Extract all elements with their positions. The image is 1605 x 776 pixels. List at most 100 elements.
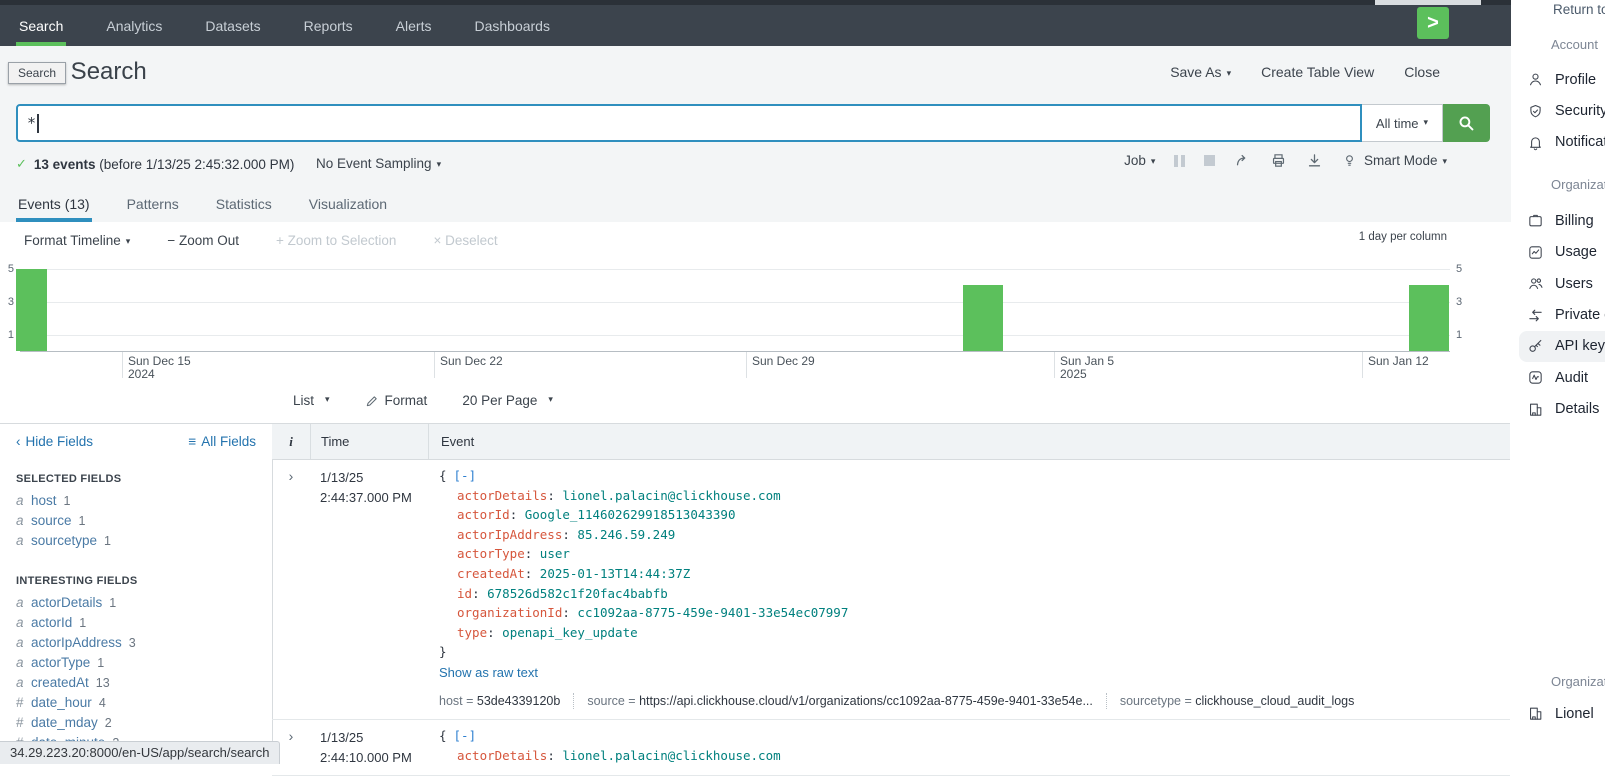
event-cell: {[-]actorDetails: lionel.palacin@clickho… [427, 460, 1510, 719]
per-page-dropdown[interactable]: 20 Per Page [462, 393, 553, 408]
nav-item-search[interactable]: Search [16, 5, 66, 46]
selected-fields-list: ahost1asource1asourcetype1 [0, 491, 272, 551]
meta-host[interactable]: host = 53de4339120b [439, 694, 560, 708]
menu-item-label: Billing [1555, 213, 1594, 229]
meta-key: source = [587, 694, 639, 708]
nav-item-dashboards[interactable]: Dashboards [471, 5, 553, 46]
results-display-controls: List Format 20 Per Page [293, 393, 553, 408]
field-name: actorDetails [31, 595, 102, 610]
return-to-link[interactable]: Return to [1553, 2, 1605, 17]
event-row: 1/13/252:44:10.000 PM{[-]actorDetails: l… [272, 720, 1510, 776]
user-icon [1527, 71, 1544, 88]
close-button[interactable]: Close [1404, 64, 1440, 80]
json-key: actorId [457, 507, 510, 522]
menu-item-profile[interactable]: Profile [1513, 64, 1605, 95]
search-mode-selector[interactable]: Smart Mode [1364, 153, 1447, 168]
tab-visualization[interactable]: Visualization [307, 187, 389, 222]
show-raw-text-link[interactable]: Show as raw text [439, 665, 1510, 680]
menu-item-private-endpoints[interactable]: Private endpoints [1513, 299, 1605, 330]
timeline-bar[interactable] [963, 285, 1003, 351]
search-tooltip: Search [8, 62, 66, 84]
deselect-button[interactable]: Deselect [433, 233, 497, 248]
time-range-picker[interactable]: All time [1362, 104, 1443, 142]
field-item-source[interactable]: asource1 [0, 511, 272, 531]
format-button[interactable]: Format [365, 393, 428, 408]
timeline-scale-note: 1 day per column [1359, 231, 1447, 243]
meta-source[interactable]: source = https://api.clickhouse.cloud/v1… [587, 694, 1093, 708]
field-count: 1 [109, 596, 116, 610]
create-table-view-button[interactable]: Create Table View [1261, 64, 1374, 80]
field-type-icon: # [16, 695, 31, 710]
tab-statistics[interactable]: Statistics [214, 187, 274, 222]
timeline-x-axis: Sun Dec 152024Sun Dec 22Sun Dec 29Sun Ja… [0, 352, 1511, 385]
field-item-date-mday[interactable]: #date_mday2 [0, 713, 272, 733]
field-item-host[interactable]: ahost1 [0, 491, 272, 511]
meta-key: host = [439, 694, 477, 708]
meta-sourcetype[interactable]: sourcetype = clickhouse_cloud_audit_logs [1120, 694, 1355, 708]
menu-item-users[interactable]: Users [1513, 268, 1605, 299]
field-item-actordetails[interactable]: aactorDetails1 [0, 593, 272, 613]
event-timeline-chart[interactable]: 553311 [0, 258, 1511, 352]
print-icon[interactable] [1270, 152, 1287, 169]
timeline-bar[interactable] [1409, 285, 1449, 351]
field-count: 1 [79, 616, 86, 630]
menu-item-billing[interactable]: Billing [1513, 205, 1605, 236]
list-view-dropdown[interactable]: List [293, 393, 330, 408]
field-item-actortype[interactable]: aactorType1 [0, 653, 272, 673]
tab-patterns[interactable]: Patterns [125, 187, 181, 222]
cloud-account-menu-panel: Return to Account ProfileSecurityNotifica… [1513, 0, 1605, 764]
json-field: actorDetails: lionel.palacin@clickhouse.… [439, 746, 1510, 766]
all-fields-link[interactable]: All Fields [188, 434, 256, 449]
export-icon[interactable] [1306, 152, 1323, 169]
search-button[interactable] [1443, 104, 1490, 142]
splunk-search-app: Search Analytics Datasets Reports Alerts Dash… [0, 0, 1511, 764]
nav-item-datasets[interactable]: Datasets [202, 5, 263, 46]
section-header-account: Account [1551, 37, 1605, 52]
menu-item-details[interactable]: Details [1513, 394, 1605, 425]
share-icon[interactable] [1234, 152, 1251, 169]
json-collapse-toggle[interactable]: [-] [454, 468, 477, 483]
hide-fields-link[interactable]: Hide Fields [16, 434, 93, 449]
chart-icon [1527, 244, 1544, 261]
field-item-createdat[interactable]: acreatedAt13 [0, 673, 272, 693]
save-as-button[interactable]: Save As [1170, 64, 1231, 80]
event-sampling-dropdown[interactable]: No Event Sampling [316, 156, 441, 171]
field-item-actorid[interactable]: aactorId1 [0, 613, 272, 633]
tab-events-13[interactable]: Events (13) [16, 187, 92, 222]
job-controls: Job Smart Mod [1124, 152, 1447, 169]
y-axis-tick-left: 3 [2, 296, 14, 308]
job-menu[interactable]: Job [1124, 153, 1155, 168]
nav-item-alerts[interactable]: Alerts [393, 5, 435, 46]
zoom-out-button[interactable]: Zoom Out [167, 233, 239, 248]
menu-item-audit[interactable]: Audit [1513, 362, 1605, 393]
field-name: createdAt [31, 675, 89, 690]
field-item-actoripaddress[interactable]: aactorIpAddress3 [0, 633, 272, 653]
json-collapse-toggle[interactable]: [-] [454, 728, 477, 743]
format-timeline-dropdown[interactable]: Format Timeline [24, 233, 130, 248]
nav-item-reports[interactable]: Reports [301, 5, 356, 46]
field-item-sourcetype[interactable]: asourcetype1 [0, 531, 272, 551]
menu-item-api-keys[interactable]: API keys [1519, 331, 1605, 362]
section-header-organizations: Organizations [1551, 674, 1605, 689]
timeline-bar[interactable] [16, 269, 47, 351]
event-json: {[-]actorDetails: lionel.palacin@clickho… [439, 726, 1510, 765]
search-input[interactable]: * [16, 104, 1362, 142]
pause-icon[interactable] [1174, 155, 1185, 167]
menu-item-notifications[interactable]: Notifications [1513, 127, 1605, 158]
menu-item-usage[interactable]: Usage [1513, 237, 1605, 268]
events-table-header: i Time Event [272, 423, 1510, 460]
menu-item-security[interactable]: Security [1513, 95, 1605, 126]
timeline-controls: Format Timeline Zoom Out Zoom to Selecti… [24, 233, 498, 248]
zoom-to-selection-button[interactable]: Zoom to Selection [276, 233, 396, 248]
splunk-logo[interactable]: > [1417, 7, 1449, 39]
menu-item-lionel[interactable]: Lionel [1513, 698, 1605, 729]
field-item-date-hour[interactable]: #date_hour4 [0, 693, 272, 713]
event-cell: {[-]actorDetails: lionel.palacin@clickho… [427, 720, 1510, 775]
nav-item-analytics[interactable]: Analytics [103, 5, 165, 46]
event-json: {[-]actorDetails: lionel.palacin@clickho… [439, 466, 1510, 662]
field-count: 1 [79, 514, 86, 528]
expand-event-icon[interactable] [272, 460, 310, 719]
stop-icon[interactable] [1204, 155, 1215, 166]
json-key: organizationId [457, 605, 562, 620]
event-timestamp: 1/13/252:44:37.000 PM [310, 460, 427, 719]
